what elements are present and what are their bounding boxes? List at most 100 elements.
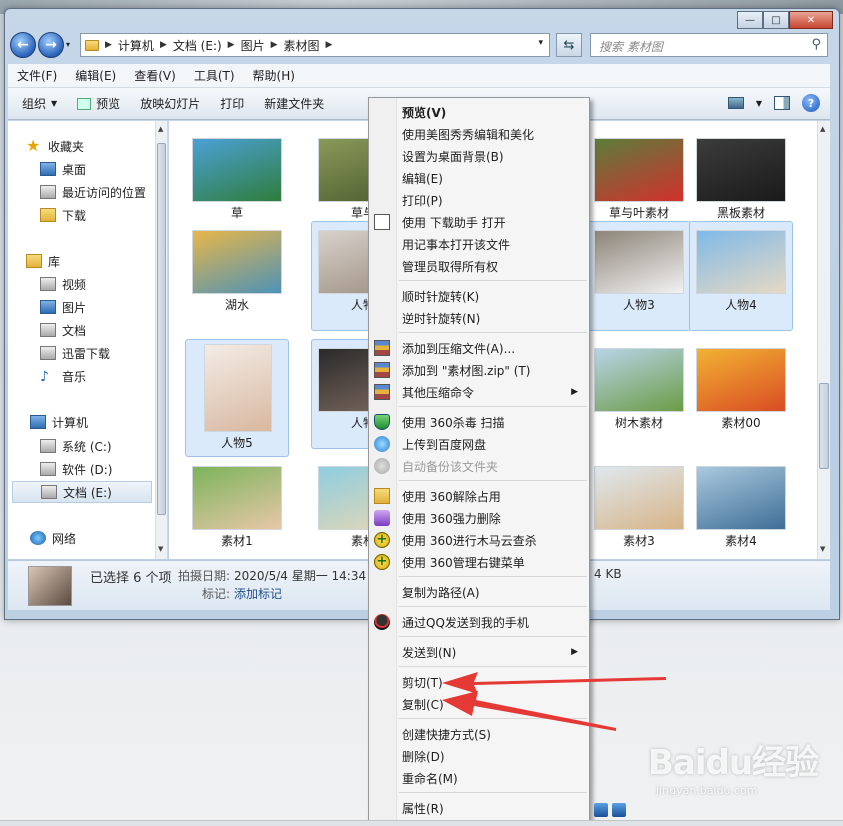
menu-item-upload-baidu[interactable]: 上传到百度网盘 [374,433,586,455]
menu-item-take-ownership[interactable]: 管理员取得所有权 [402,255,586,277]
sidebar-scroll-thumb[interactable] [157,143,166,515]
change-view-icon[interactable] [727,97,744,109]
menu-item-edit[interactable]: 编辑(E) [402,167,586,189]
shirt-icon[interactable] [594,803,608,817]
menu-item-rotate-ccw[interactable]: 逆时针旋转(N) [402,307,586,329]
star-icon: ★ [26,136,41,155]
back-button[interactable]: ← [10,32,36,58]
menu-item-add-archive[interactable]: 添加到压缩文件(A)... [374,337,586,359]
sidebar-item-xunlei[interactable]: 迅雷下载 [40,342,110,364]
menu-item-rename[interactable]: 重命名(M) [402,767,586,789]
menu-item-360-scan[interactable]: 使用 360杀毒 扫描 [374,411,586,433]
address-dropdown-icon[interactable]: ▾ [538,38,543,48]
preview-button[interactable]: 预览 [67,95,130,112]
library-icon [26,254,42,268]
sidebar-item-network[interactable]: 网络 [30,527,76,549]
grid-icon[interactable] [612,803,626,817]
sidebar-item-pictures[interactable]: 图片 [40,296,86,318]
sidebar-item-libraries[interactable]: 库 [26,250,60,272]
sidebar-item-computer[interactable]: 计算机 [30,411,88,433]
file-thumbnail [204,344,272,432]
minimize-button[interactable]: — [737,11,763,29]
menu-item-open-notepad[interactable]: 用记事本打开该文件 [402,233,586,255]
menu-item-print[interactable]: 打印(P) [402,189,586,211]
menu-item-360-trojan[interactable]: + 使用 360进行木马云查杀 [374,529,586,551]
help-icon[interactable]: ? [802,94,820,112]
submenu-arrow-icon: ▶ [571,387,578,397]
file-item[interactable]: 素材3 [587,457,691,559]
menu-edit[interactable]: 编辑(E) [66,67,125,84]
breadcrumb-computer[interactable]: ▶ 计算机 [105,37,154,54]
sidebar-item-drive-c[interactable]: 系统 (C:) [40,435,112,457]
menu-item-rotate-cw[interactable]: 顺时针旋转(K) [402,285,586,307]
annotation-arrow-copy [442,691,616,731]
add-tag-link[interactable]: 添加标记 [234,585,282,602]
menu-item-delete[interactable]: 删除(D) [402,745,586,767]
file-item[interactable]: 人物5 [185,339,289,457]
file-item[interactable]: 人物3 [587,221,691,331]
watermark-logo: Baidu经验 [648,743,819,783]
scroll-up-icon[interactable]: ▲ [158,125,163,133]
search-icon[interactable]: ⚲ [811,37,821,52]
print-button[interactable]: 打印 [210,95,254,112]
slideshow-button[interactable]: 放映幻灯片 [130,95,210,112]
video-icon [40,277,56,291]
menu-item-properties[interactable]: 属性(R) [402,797,586,819]
menu-item-add-zip[interactable]: 添加到 "素材图.zip" (T) [374,359,586,381]
sidebar-item-recent[interactable]: 最近访问的位置 [40,181,146,203]
menu-item-set-wallpaper[interactable]: 设置为桌面背景(B) [402,145,586,167]
sidebar-item-desktop[interactable]: 桌面 [40,158,86,180]
file-item[interactable]: 素材00 [689,339,793,449]
menu-item-send-qq[interactable]: 通过QQ发送到我的手机 [374,611,586,633]
preview-pane-icon[interactable] [774,96,790,110]
sidebar-item-music[interactable]: ♪ 音乐 [40,365,86,387]
scroll-down-icon[interactable]: ▼ [158,545,163,553]
file-item[interactable]: 素材4 [689,457,793,559]
baidu-cloud-icon [374,436,390,452]
menu-item-copy-path[interactable]: 复制为路径(A) [402,581,586,603]
forward-button[interactable]: → [38,32,64,58]
file-name: 湖水 [224,298,249,312]
address-bar[interactable]: ▶ 计算机 ▶ 文档 (E:) ▶ 图片 ▶ 素材图 ▶ ▾ [80,33,550,57]
search-input[interactable]: 搜索 素材图 ⚲ [590,33,828,57]
file-item[interactable]: 树木素材 [587,339,691,449]
menu-item-360-unlock[interactable]: 使用 360解除占用 [374,485,586,507]
file-grid-scrollbar[interactable]: ▲ ▼ [817,121,830,559]
scroll-down-icon[interactable]: ▼ [820,545,825,553]
sidebar-item-videos[interactable]: 视频 [40,273,86,295]
breadcrumb-drive-e[interactable]: ▶ 文档 (E:) [160,37,222,54]
menu-file[interactable]: 文件(F) [8,67,66,84]
menu-item-other-zip[interactable]: 其他压缩命令 ▶ [374,381,586,403]
file-item[interactable]: 湖水 [185,221,289,331]
file-item[interactable]: 素材1 [185,457,289,559]
menu-item-360-manage-menu[interactable]: + 使用 360管理右键菜单 [374,551,586,573]
view-dropdown-icon[interactable]: ▼ [756,99,762,108]
new-folder-button[interactable]: 新建文件夹 [254,95,334,112]
maximize-button[interactable]: □ [763,11,789,29]
menu-item-send-to[interactable]: 发送到(N) ▶ [402,641,586,663]
breadcrumb-sucaitu[interactable]: ▶ 素材图 ▶ [271,37,339,54]
menu-item-meitu[interactable]: 使用美图秀秀编辑和美化 [402,123,586,145]
sidebar-item-favorites[interactable]: ★ 收藏夹 [26,135,84,157]
refresh-button[interactable]: ⇆ [556,33,582,57]
menu-item-open-download-helper[interactable]: 使用 下载助手 打开 [374,211,586,233]
sidebar-item-drive-e[interactable]: 文档 (E:) [12,481,152,503]
menu-item-preview[interactable]: 预览(V) [402,101,586,123]
close-button[interactable]: ✕ [789,11,833,29]
menu-help[interactable]: 帮助(H) [244,67,304,84]
sidebar-item-drive-d[interactable]: 软件 (D:) [40,458,112,480]
sidebar-item-downloads[interactable]: 下载 [40,204,86,226]
menu-view[interactable]: 查看(V) [125,67,185,84]
drive-icon [40,439,56,453]
sidebar-item-documents[interactable]: 文档 [40,319,86,341]
scroll-up-icon[interactable]: ▲ [820,125,825,133]
organize-button[interactable]: 组织 ▼ [8,95,67,112]
history-dropdown-icon[interactable]: ▾ [66,40,70,49]
breadcrumb-pictures[interactable]: ▶ 图片 [228,37,265,54]
file-grid-scroll-thumb[interactable] [819,383,829,469]
menu-item-360-force-delete[interactable]: 使用 360强力删除 [374,507,586,529]
selection-count: 已选择 6 个项 [90,571,172,586]
file-item[interactable]: 人物4 [689,221,793,331]
menu-tools[interactable]: 工具(T) [185,67,244,84]
sidebar-scrollbar[interactable]: ▲ ▼ [155,121,167,559]
